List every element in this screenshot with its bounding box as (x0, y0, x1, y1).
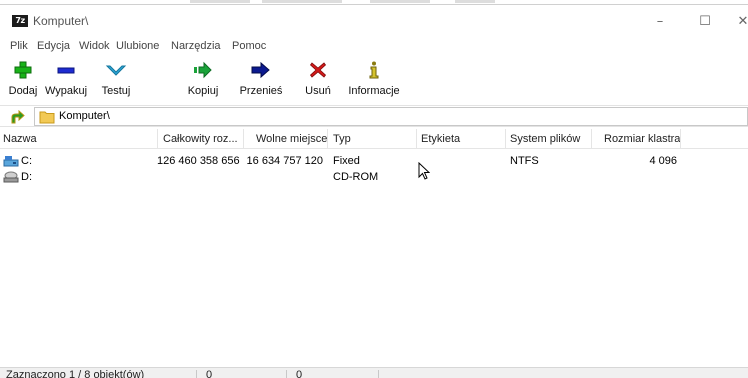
column-divider[interactable] (243, 129, 244, 149)
window-title: Komputer\ (33, 14, 89, 28)
move-label: Przenieś (239, 85, 283, 97)
table-row[interactable]: D: CD-ROM (0, 169, 748, 185)
menu-bar: Plik Edycja Widok Ulubione Narzędzia Pom… (0, 38, 748, 56)
address-field[interactable]: Komputer\ (34, 107, 748, 126)
delete-label: Usuń (305, 85, 331, 97)
address-path: Komputer\ (59, 110, 110, 122)
status-bar: Zaznaczono 1 / 8 obiekt(ów) 0 0 (0, 367, 748, 378)
background-fragment (455, 0, 495, 3)
column-divider[interactable] (505, 129, 506, 149)
row-name: C: (21, 155, 32, 167)
app-logo-icon: 7z (12, 15, 28, 27)
column-type[interactable]: Typ (333, 133, 351, 145)
info-label: Informacje (348, 85, 400, 97)
status-divider (286, 370, 287, 378)
status-selection: Zaznaczono 1 / 8 obiekt(ów) (6, 369, 145, 378)
minus-icon (57, 67, 75, 74)
column-divider[interactable] (680, 129, 681, 149)
test-label: Testuj (101, 85, 131, 97)
extract-label: Wypakuj (44, 85, 88, 97)
column-divider[interactable] (591, 129, 592, 149)
column-fs[interactable]: System plików (510, 133, 580, 145)
close-button[interactable]: ✕ (728, 11, 748, 33)
cd-drive-icon (3, 171, 19, 183)
maximize-button[interactable]: ☐ (690, 11, 720, 33)
menu-help[interactable]: Pomoc (232, 40, 266, 52)
copy-label: Kopiuj (187, 85, 219, 97)
column-divider[interactable] (327, 129, 328, 149)
extract-button[interactable]: Wypakuj (42, 59, 90, 103)
menu-favorites[interactable]: Ulubione (116, 40, 159, 52)
table-row[interactable]: C: 126 460 358 656 16 634 757 120 Fixed … (0, 153, 748, 169)
hard-drive-icon (3, 156, 19, 167)
up-folder-icon[interactable] (10, 110, 26, 124)
status-divider (196, 370, 197, 378)
file-list: Nazwa Całkowity roz... Wolne miejsce Typ… (0, 129, 748, 365)
test-button[interactable]: Testuj (95, 59, 137, 103)
add-label: Dodaj (8, 85, 38, 97)
row-fs: NTFS (510, 155, 539, 167)
menu-edit[interactable]: Edycja (37, 40, 70, 52)
move-arrow-icon (251, 61, 270, 79)
row-type: Fixed (333, 155, 360, 167)
status-packed-size: 0 (296, 369, 303, 378)
status-size: 0 (206, 369, 213, 378)
background-fragment (262, 0, 342, 3)
x-delete-icon (309, 62, 327, 78)
row-free: 16 634 757 120 (246, 155, 323, 167)
title-bar[interactable]: 7z Komputer\ – ☐ ✕ (0, 5, 748, 37)
add-button[interactable]: Dodaj (6, 59, 40, 103)
check-chevron-icon (105, 65, 127, 76)
row-type: CD-ROM (333, 171, 379, 183)
background-fragment (370, 0, 430, 3)
copy-button[interactable]: Kopiuj (182, 59, 224, 103)
mouse-cursor-icon (418, 162, 430, 180)
minimize-button[interactable]: – (645, 11, 675, 33)
column-label[interactable]: Etykieta (421, 133, 460, 145)
move-button[interactable]: Przenieś (238, 59, 284, 103)
column-divider[interactable] (157, 129, 158, 149)
column-name[interactable]: Nazwa (3, 133, 37, 145)
delete-button[interactable]: Usuń (298, 59, 338, 103)
row-total: 126 460 358 656 (157, 155, 240, 167)
menu-file[interactable]: Plik (10, 40, 28, 52)
status-divider (378, 370, 379, 378)
folder-icon (39, 111, 55, 124)
menu-tools[interactable]: Narzędzia (171, 40, 221, 52)
info-button[interactable]: Informacje (346, 59, 402, 103)
menu-view[interactable]: Widok (79, 40, 110, 52)
column-total[interactable]: Całkowity roz... (163, 133, 238, 145)
plus-icon (14, 61, 32, 79)
app-window: 7z Komputer\ – ☐ ✕ Plik Edycja Widok Ulu… (0, 4, 748, 378)
toolbar: Dodaj Wypakuj Testuj Kopiuj Przenieś Usu… (0, 59, 748, 105)
column-free[interactable]: Wolne miejsce (256, 133, 327, 145)
row-name: D: (21, 171, 32, 183)
info-icon (369, 61, 379, 79)
address-bar: Komputer\ (0, 105, 748, 127)
row-cluster: 4 096 (649, 155, 677, 167)
column-header-row: Nazwa Całkowity roz... Wolne miejsce Typ… (0, 129, 748, 149)
background-fragment (190, 0, 250, 3)
column-cluster[interactable]: Rozmiar klastra (604, 133, 680, 145)
copy-arrow-icon (194, 61, 212, 79)
column-divider[interactable] (416, 129, 417, 149)
